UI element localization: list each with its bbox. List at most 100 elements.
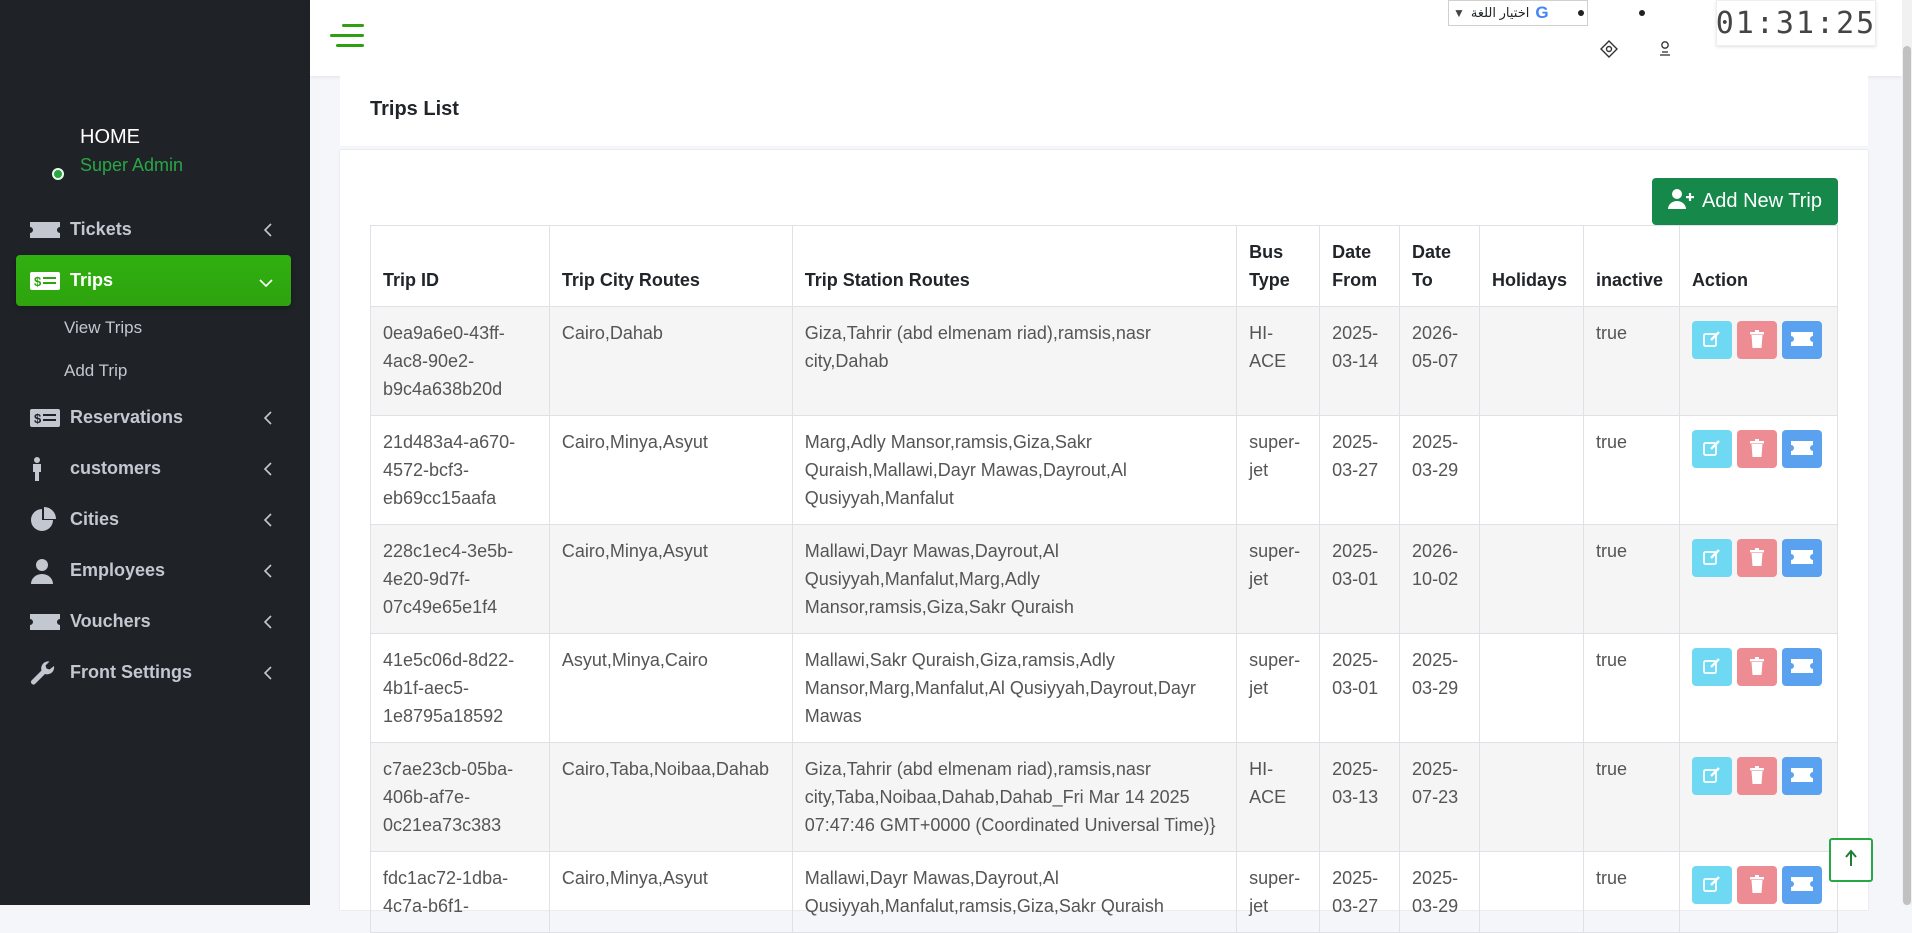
scrollbar-thumb[interactable] xyxy=(1903,46,1911,905)
user-name[interactable]: HOME xyxy=(80,126,183,149)
column-header[interactable]: Trip ID xyxy=(370,225,550,307)
chevron-left-icon xyxy=(263,511,273,532)
language-select[interactable]: ▼ اختيار اللغة G xyxy=(1448,0,1588,26)
holidays-cell xyxy=(1479,742,1584,852)
sidebar-subitem-add-trip[interactable]: Add Trip xyxy=(16,349,291,392)
station-routes-cell: Mallawi,Dayr Mawas,Dayrout,Al Qusiyyah,M… xyxy=(791,851,1238,933)
trash-icon xyxy=(1749,329,1765,351)
edit-button[interactable] xyxy=(1691,321,1732,359)
ticket-button[interactable] xyxy=(1781,757,1822,795)
ticket-button[interactable] xyxy=(1781,321,1822,359)
edit-button[interactable] xyxy=(1691,430,1732,468)
user-role: Super Admin xyxy=(80,155,184,175)
column-header[interactable]: Bus Type xyxy=(1236,225,1321,307)
ticket-icon xyxy=(1790,876,1813,894)
user-icon xyxy=(30,558,62,584)
holidays-cell xyxy=(1479,415,1584,525)
trash-icon xyxy=(1749,438,1765,460)
ticket-icon xyxy=(30,220,62,240)
page-scrollbar[interactable] xyxy=(1902,0,1912,905)
holidays-cell xyxy=(1479,633,1584,743)
trip-id-cell: 21d483a4-a670-4572-bcf3-eb69cc15aafa xyxy=(370,415,550,525)
bus-type-cell: super-jet xyxy=(1236,851,1321,933)
edit-button[interactable] xyxy=(1691,757,1732,795)
column-header[interactable]: Holidays xyxy=(1479,225,1584,307)
edit-button[interactable] xyxy=(1691,866,1732,904)
sidebar-item-label: Tickets xyxy=(70,219,132,239)
sidebar-item-front-settings[interactable]: Front Settings xyxy=(16,647,291,698)
sidebar-item-vouchers[interactable]: Vouchers xyxy=(16,596,291,647)
trip-id-cell: 41e5c06d-8d22-4b1f-aec5-1e8795a18592 xyxy=(370,633,550,743)
holidays-cell xyxy=(1479,524,1584,634)
edit-button[interactable] xyxy=(1691,648,1732,686)
table-row: c7ae23cb-05ba-406b-af7e-0c21ea73c383 Cai… xyxy=(370,742,1839,852)
column-header[interactable]: Date From xyxy=(1319,225,1401,307)
ticket-icon xyxy=(1790,767,1813,785)
sidebar-item-tickets[interactable]: Tickets xyxy=(16,204,291,255)
action-cell xyxy=(1678,633,1839,743)
sidebar-subitem-view-trips[interactable]: View Trips xyxy=(16,306,291,349)
action-cell xyxy=(1678,306,1839,416)
sidebar-item-trips[interactable]: $ Trips xyxy=(16,255,291,306)
user-profile-icon[interactable] xyxy=(1659,40,1671,61)
action-cell xyxy=(1678,742,1839,852)
table-row: 228c1ec4-3e5b-4e20-9d7f-07c49e65e1f4 Cai… xyxy=(370,524,1839,634)
holidays-cell xyxy=(1479,851,1584,933)
language-select-label: اختيار اللغة xyxy=(1470,5,1530,20)
column-header[interactable]: Trip City Routes xyxy=(548,225,793,307)
sidebar-item-cities[interactable]: Cities xyxy=(16,494,291,545)
column-header[interactable]: Trip Station Routes xyxy=(791,225,1238,307)
column-header[interactable]: inactive xyxy=(1582,225,1680,307)
inactive-cell: true xyxy=(1582,851,1680,933)
arrow-up-icon xyxy=(1844,848,1858,872)
ticket-button[interactable] xyxy=(1781,648,1822,686)
date-to-cell: 2026-10-02 xyxy=(1399,524,1480,634)
delete-button[interactable] xyxy=(1736,648,1777,686)
table-row: 21d483a4-a670-4572-bcf3-eb69cc15aafa Cai… xyxy=(370,415,1839,525)
delete-button[interactable] xyxy=(1736,757,1777,795)
table-header-row: Trip ID Trip City Routes Trip Station Ro… xyxy=(370,225,1839,307)
delete-button[interactable] xyxy=(1736,321,1777,359)
trip-id-cell: fdc1ac72-1dba-4c7a-b6f1- xyxy=(370,851,550,933)
date-from-cell: 2025-03-14 xyxy=(1319,306,1401,416)
date-to-cell: 2025-03-29 xyxy=(1399,851,1480,933)
inactive-cell: true xyxy=(1582,742,1680,852)
trash-icon xyxy=(1749,656,1765,678)
date-from-cell: 2025-03-01 xyxy=(1319,524,1401,634)
bus-type-cell: super-jet xyxy=(1236,633,1321,743)
ticket-button[interactable] xyxy=(1781,539,1822,577)
google-translate-icon: G xyxy=(1535,3,1549,22)
trash-icon xyxy=(1749,547,1765,569)
sidebar-item-employees[interactable]: Employees xyxy=(16,545,291,596)
svg-text:$: $ xyxy=(34,274,42,289)
online-status-dot xyxy=(52,168,64,180)
add-new-trip-button[interactable]: Add New Trip xyxy=(1651,178,1838,225)
trash-icon xyxy=(1749,874,1765,896)
chevron-down-icon xyxy=(259,272,273,293)
settings-diamond-icon[interactable] xyxy=(1600,40,1618,63)
trip-id-cell: 228c1ec4-3e5b-4e20-9d7f-07c49e65e1f4 xyxy=(370,524,550,634)
edit-button[interactable] xyxy=(1691,539,1732,577)
bullet-dot xyxy=(1578,10,1584,16)
delete-button[interactable] xyxy=(1736,866,1777,904)
dropdown-arrow-icon: ▼ xyxy=(1453,6,1465,20)
bus-type-cell: HI-ACE xyxy=(1236,742,1321,852)
sidebar-item-label: Trips xyxy=(70,270,114,290)
ticket-button[interactable] xyxy=(1781,430,1822,468)
ticket-button[interactable] xyxy=(1781,866,1822,904)
chevron-left-icon xyxy=(263,613,273,634)
hamburger-menu-icon[interactable] xyxy=(330,24,364,48)
person-icon xyxy=(30,456,62,481)
ticket-icon xyxy=(30,612,62,632)
city-routes-cell: Cairo,Minya,Asyut xyxy=(548,524,793,634)
wrench-icon xyxy=(30,660,62,686)
delete-button[interactable] xyxy=(1736,430,1777,468)
delete-button[interactable] xyxy=(1736,539,1777,577)
sidebar-item-customers[interactable]: customers xyxy=(16,443,291,494)
sidebar: HOME Super Admin Tickets $ Trips View Tr… xyxy=(0,0,310,905)
edit-icon xyxy=(1703,548,1721,569)
sidebar-item-reservations[interactable]: $ Reservations xyxy=(16,392,291,443)
date-from-cell: 2025-03-27 xyxy=(1319,415,1401,525)
scroll-to-top-button[interactable] xyxy=(1829,838,1873,882)
column-header[interactable]: Date To xyxy=(1399,225,1480,307)
